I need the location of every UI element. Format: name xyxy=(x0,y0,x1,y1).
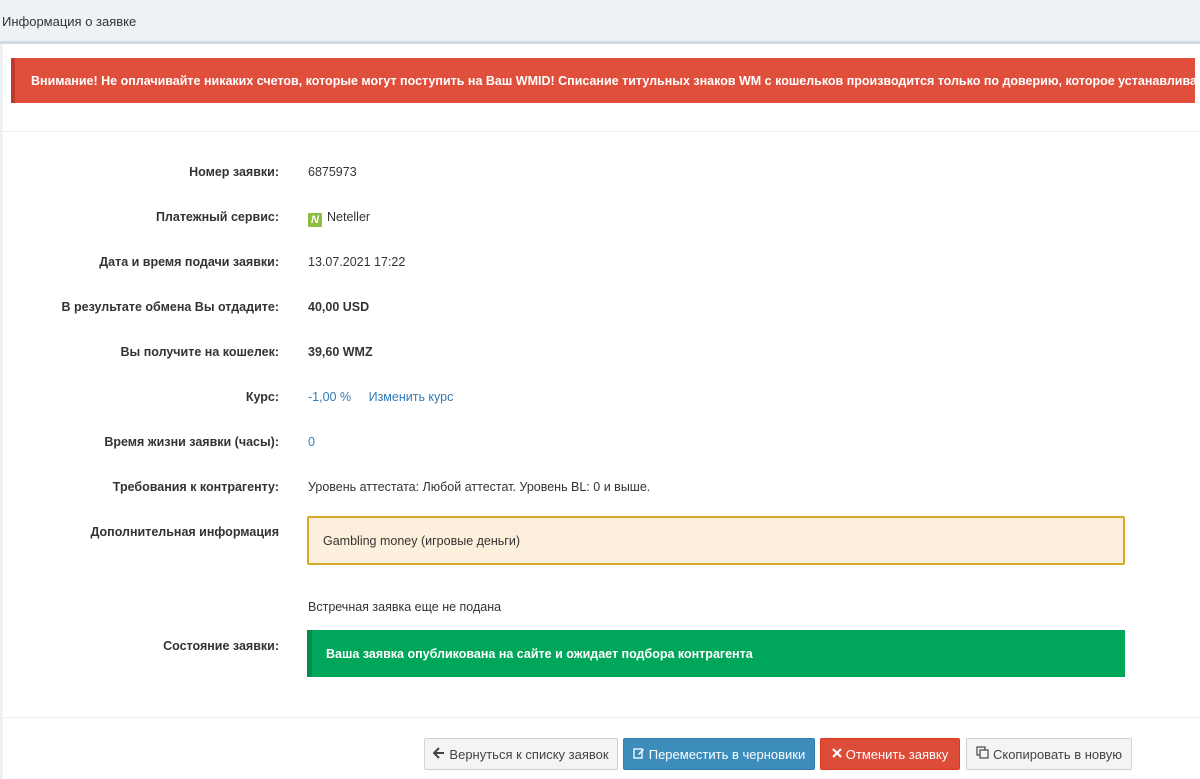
move-to-drafts-button[interactable]: Переместить в черновики xyxy=(623,738,815,770)
date-value: 13.07.2021 17:22 xyxy=(308,255,406,269)
date-label: Дата и время подачи заявки: xyxy=(99,255,279,269)
cancel-order-label: Отменить заявку xyxy=(845,746,949,762)
back-to-list-button[interactable]: Вернуться к списку заявок xyxy=(424,738,618,770)
counter-order-text: Встречная заявка еще не подана xyxy=(308,600,502,614)
page-title: Информация о заявке xyxy=(2,14,137,29)
lifetime-label: Время жизни заявки (часы): xyxy=(104,435,279,449)
divider xyxy=(3,717,1200,718)
status-label: Состояние заявки: xyxy=(163,639,279,653)
edit-icon xyxy=(633,747,645,762)
arrow-left-icon xyxy=(433,746,445,762)
give-label: В результате обмена Вы отдадите: xyxy=(61,300,280,314)
neteller-icon: N xyxy=(308,213,322,227)
payment-service-value: N Neteller xyxy=(308,210,370,227)
receive-label: Вы получите на кошелек: xyxy=(120,345,279,359)
panel-heading: Информация о заявке xyxy=(0,0,1200,44)
additional-info-box: Gambling money (игровые деньги) xyxy=(307,516,1125,565)
move-to-drafts-label: Переместить в черновики xyxy=(648,746,806,762)
copy-to-new-button[interactable]: Скопировать в новую xyxy=(966,738,1132,770)
payment-service-label: Платежный сервис: xyxy=(155,210,279,224)
order-number-value: 6875973 xyxy=(308,165,357,179)
receive-value: 39,60 WMZ xyxy=(308,345,373,359)
rate-value-row: -1,00 % Изменить курс xyxy=(308,390,453,404)
order-number-label: Номер заявки: xyxy=(189,165,279,179)
requirements-value: Уровень аттестата: Любой аттестат. Урове… xyxy=(308,480,651,494)
additional-info-label: Дополнительная информация xyxy=(90,525,279,539)
back-to-list-label: Вернуться к списку заявок xyxy=(449,746,609,762)
lifetime-value: 0 xyxy=(308,435,315,449)
requirements-label: Требования к контрагенту: xyxy=(112,480,279,494)
close-icon xyxy=(831,747,842,761)
copy-icon xyxy=(976,746,989,762)
rate-value: -1,00 % xyxy=(308,390,352,404)
change-rate-link[interactable]: Изменить курс xyxy=(369,390,454,404)
rate-label: Курс: xyxy=(245,390,279,404)
copy-to-new-label: Скопировать в новую xyxy=(992,746,1123,762)
give-value: 40,00 USD xyxy=(308,300,370,314)
cancel-order-button[interactable]: Отменить заявку xyxy=(820,738,960,770)
divider xyxy=(3,131,1200,132)
panel-left-border xyxy=(0,44,3,779)
status-badge: Ваша заявка опубликована на сайте и ожид… xyxy=(307,630,1125,677)
warning-alert: Внимание! Не оплачивайте никаких счетов,… xyxy=(11,58,1195,103)
payment-service-name: Neteller xyxy=(327,210,371,224)
